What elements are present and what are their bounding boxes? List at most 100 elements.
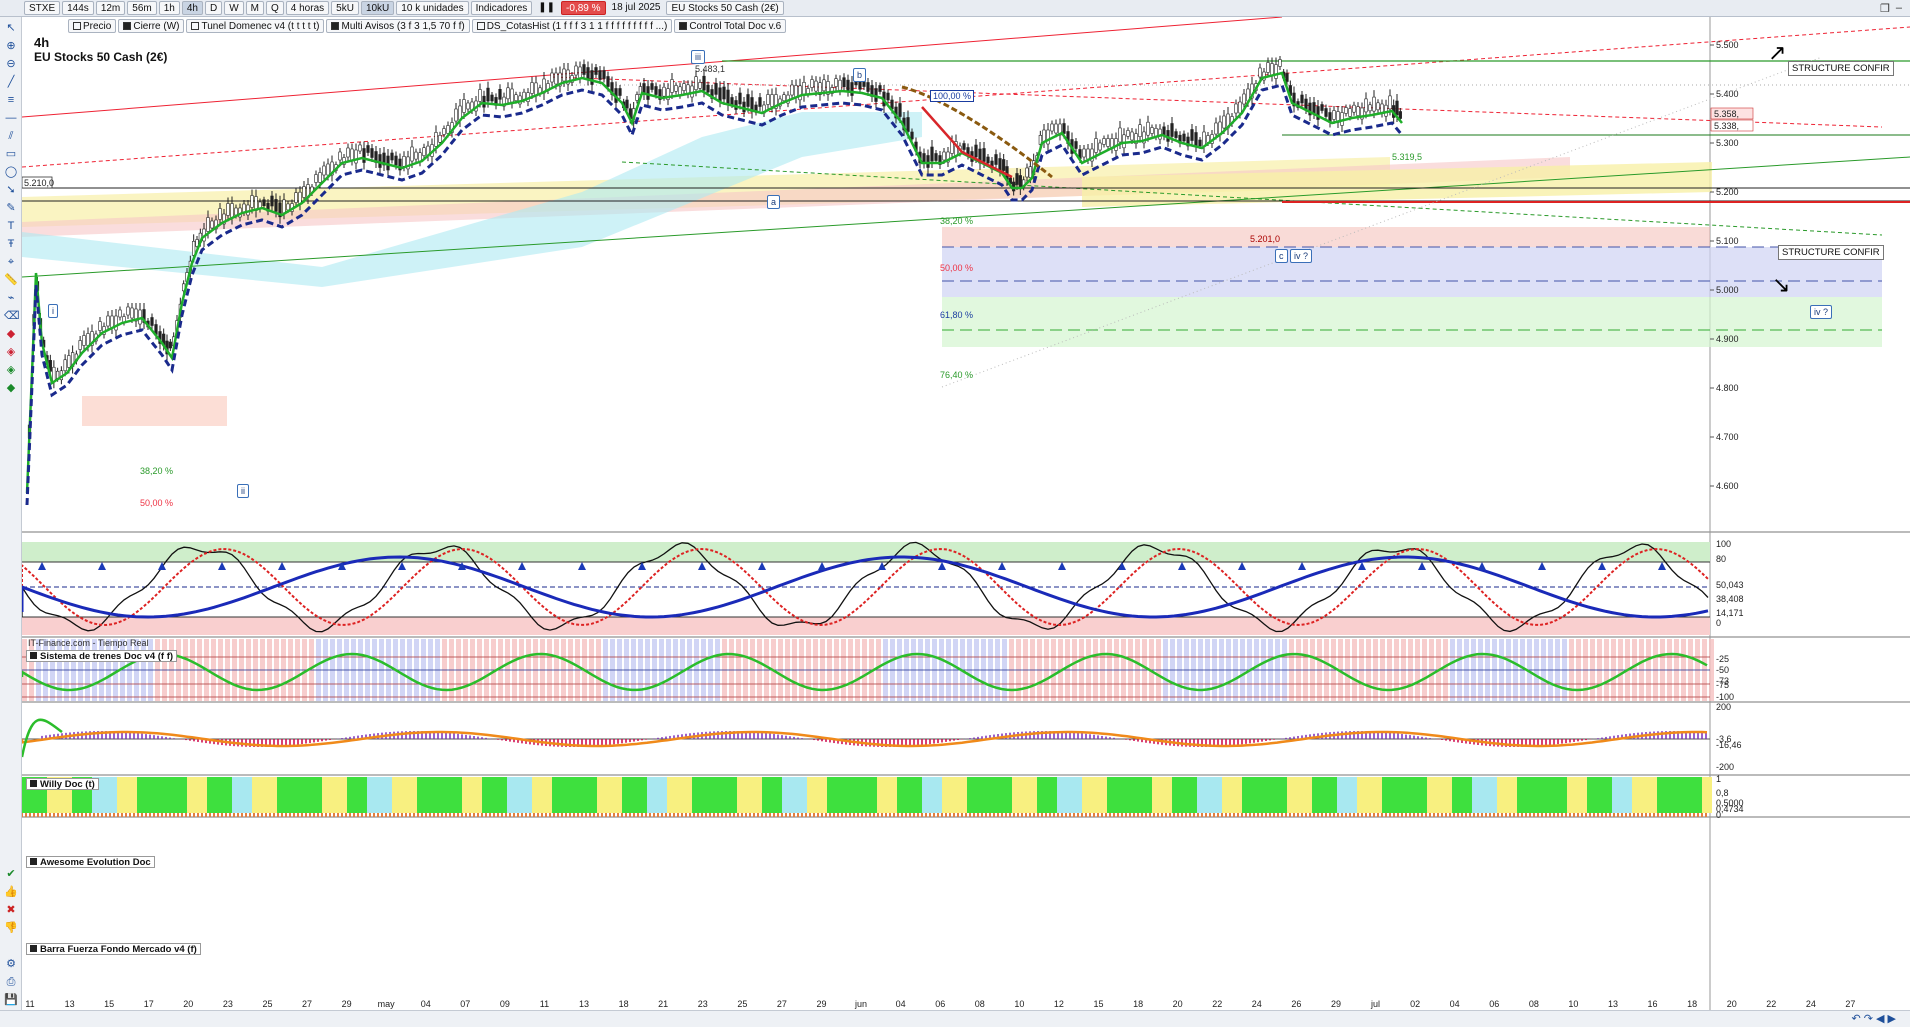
- timeframe-12m[interactable]: 12m: [95, 1, 126, 15]
- indicator-toggle-icon[interactable]: [476, 22, 485, 30]
- pink-box: [942, 227, 1710, 247]
- timeframe-56m[interactable]: 56m: [127, 1, 157, 15]
- price-candle-body: [530, 82, 534, 94]
- indicators-button[interactable]: Indicadores: [470, 1, 533, 15]
- fuerza-bar: [1487, 777, 1492, 813]
- panel-toggle-icon[interactable]: [30, 945, 37, 952]
- price-candle-body: [350, 148, 354, 161]
- restore-icon[interactable]: ❐: [1880, 2, 1890, 15]
- fuerza-bar: [107, 777, 112, 813]
- fuerza-bar: [622, 777, 627, 813]
- units-select[interactable]: 10 k unidades: [396, 1, 469, 15]
- red-tag-icon[interactable]: ◆: [4, 327, 18, 341]
- fuerza-bar: [887, 777, 892, 813]
- print-icon[interactable]: ⎙: [4, 975, 18, 989]
- price-candle-body: [1028, 166, 1032, 178]
- time-tick-label: 21: [658, 999, 668, 1009]
- trendline-icon[interactable]: ╱: [4, 75, 18, 89]
- ellipse-icon[interactable]: ◯: [4, 165, 18, 179]
- price-candle-body: [150, 317, 154, 326]
- green-tag-icon[interactable]: ◆: [4, 381, 18, 395]
- timeframe-1h[interactable]: 1h: [158, 1, 180, 15]
- timeframe-w[interactable]: W: [224, 1, 244, 15]
- scroll-nav-icons[interactable]: ↶ ↷ ◀ ▶: [1851, 1012, 1896, 1025]
- period-select[interactable]: 4 horas: [285, 1, 330, 15]
- indicator-tab[interactable]: Precio: [68, 19, 117, 33]
- panel-title[interactable]: Awesome Evolution Doc: [26, 856, 155, 868]
- fuerza-bar: [127, 777, 132, 813]
- thumbs-down-icon[interactable]: 👎: [4, 921, 18, 935]
- zoom-in-icon[interactable]: ⊕: [4, 39, 18, 53]
- price-candle-body: [1202, 131, 1206, 147]
- timeframe-q[interactable]: Q: [266, 1, 284, 15]
- panel-tick-label: -75: [1716, 680, 1729, 690]
- save-icon[interactable]: 💾: [4, 993, 18, 1007]
- red-marker-icon[interactable]: ◈: [4, 345, 18, 359]
- fuerza-bar: [112, 777, 117, 813]
- indicator-tab[interactable]: Control Total Doc v.6: [674, 19, 787, 33]
- fuerza-bar: [502, 777, 507, 813]
- arrow-icon[interactable]: ➘: [4, 183, 18, 197]
- cross-icon[interactable]: ✖: [4, 903, 18, 917]
- panel-toggle-icon[interactable]: [30, 858, 37, 865]
- pause-icon[interactable]: ❚❚: [534, 1, 559, 15]
- price-candle-body: [1368, 104, 1372, 112]
- fuerza-bar: [1217, 777, 1222, 813]
- timeframe-144s[interactable]: 144s: [62, 1, 94, 15]
- units-5k[interactable]: 5kU: [331, 1, 359, 15]
- eraser-icon[interactable]: ⌫: [4, 309, 20, 323]
- indicator-toggle-icon[interactable]: [123, 22, 132, 30]
- wave-label: b: [853, 68, 867, 82]
- horizontal-line-icon[interactable]: —: [4, 111, 18, 125]
- green-marker-icon[interactable]: ◈: [4, 363, 18, 377]
- timeframe-d[interactable]: D: [204, 1, 223, 15]
- panel-title[interactable]: Sistema de trenes Doc v4 (f f): [26, 650, 178, 662]
- pin-icon[interactable]: ⌖: [4, 255, 18, 269]
- bottom-scrollbar[interactable]: ↶ ↷ ◀ ▶: [0, 1010, 1910, 1027]
- indicator-tab[interactable]: DS_CotasHist (1 f f f 3 1 1 f f f f f f …: [471, 19, 673, 33]
- price-chart[interactable]: 5.500 5.400 5.300 5.200 5.100 5.000 4.900 4.800…: [22, 17, 1910, 1010]
- indicator-toggle-icon[interactable]: [191, 22, 200, 30]
- units-10k[interactable]: 10kU: [360, 1, 395, 15]
- check-icon[interactable]: ✔: [4, 867, 18, 881]
- channel-icon[interactable]: ⫽: [4, 129, 18, 143]
- ruler-icon[interactable]: 📏: [4, 273, 18, 287]
- panel-title[interactable]: Barra Fuerza Fondo Mercado v4 (f): [26, 943, 201, 955]
- panel-title[interactable]: Willy Doc (t): [26, 778, 99, 790]
- zoom-out-icon[interactable]: ⊖: [4, 57, 18, 71]
- indicator-tab[interactable]: Multi Avisos (3 f 3 1,5 70 f f): [326, 19, 470, 33]
- indicator-toggle-icon[interactable]: [679, 22, 688, 30]
- indicator-tab[interactable]: Tunel Domenec v4 (t t t t t): [186, 19, 325, 33]
- fuerza-bar: [417, 777, 422, 813]
- text-box-icon[interactable]: Ŧ: [4, 237, 18, 251]
- brush-icon[interactable]: ⌁: [4, 291, 18, 305]
- pencil-icon[interactable]: ✎: [4, 201, 18, 215]
- rectangle-icon[interactable]: ▭: [4, 147, 18, 161]
- text-icon[interactable]: T: [4, 219, 18, 233]
- timeframe-4h[interactable]: 4h: [181, 1, 203, 15]
- panel-toggle-icon[interactable]: [30, 780, 37, 787]
- timeframe-m[interactable]: M: [245, 1, 264, 15]
- time-tick-label: 22: [1212, 999, 1222, 1009]
- indicator-toggle-icon[interactable]: [331, 22, 340, 30]
- price-candle-body: [1395, 100, 1399, 116]
- price-candle-body: [1278, 59, 1282, 67]
- thumbs-up-icon[interactable]: 👍: [4, 885, 18, 899]
- fibonacci-icon[interactable]: ≡: [4, 93, 18, 107]
- indicator-toggle-icon[interactable]: [73, 22, 81, 30]
- settings-icon[interactable]: ⚙: [4, 957, 18, 971]
- time-tick-label: 07: [460, 999, 470, 1009]
- price-candle-body: [206, 217, 210, 232]
- fuerza-bar: [1502, 777, 1507, 813]
- indicator-tab[interactable]: Cierre (W): [118, 19, 185, 33]
- fuerza-bar: [962, 777, 967, 813]
- cursor-icon[interactable]: ↖: [4, 21, 18, 35]
- fuerza-bar: [732, 777, 737, 813]
- symbol-selector[interactable]: STXE: [24, 1, 61, 15]
- fuerza-bar: [317, 777, 322, 813]
- level-label: 5.483,1: [695, 64, 726, 74]
- close-icon[interactable]: –: [1896, 2, 1902, 15]
- panel-toggle-icon[interactable]: [30, 652, 37, 659]
- indicator-tabs: Precio Cierre (W) Tunel Domenec v4 (t t t …: [68, 19, 787, 33]
- instrument-name[interactable]: EU Stocks 50 Cash (2€): [666, 1, 784, 15]
